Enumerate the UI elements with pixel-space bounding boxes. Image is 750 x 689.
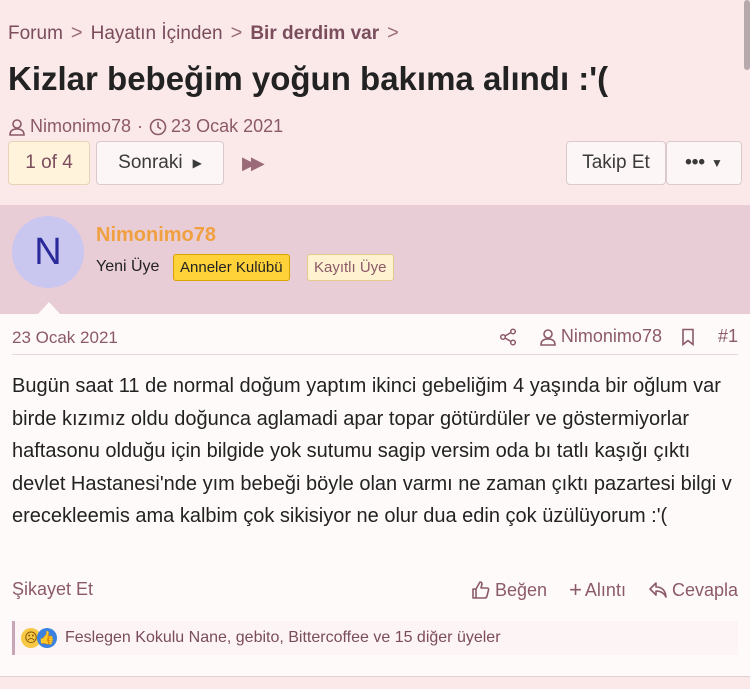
page-title: Kizlar bebeğim yoğun bakıma alındı :'( [8, 60, 609, 97]
caret-right-icon: ▶ [192, 156, 202, 170]
reactions-summary[interactable]: ☹ 👍 Feslegen Kokulu Nane, gebito, Bitter… [12, 621, 738, 655]
breadcrumb-bir-derdim-var[interactable]: Bir derdim var [250, 23, 379, 45]
post-date[interactable]: 23 Ocak 2021 [12, 328, 118, 348]
reactions-text: Feslegen Kokulu Nane, gebito, Bittercoff… [65, 629, 501, 646]
quote-button[interactable]: + Alıntı [569, 577, 626, 603]
thread-meta: Nimonimo78 · 23 Ocak 2021 [8, 116, 283, 137]
post-bottom-border [0, 676, 750, 677]
quote-label: Alıntı [584, 579, 626, 600]
post-number[interactable]: #1 [718, 326, 738, 347]
user-badge-anneler-kulubu: Anneler Kulübü [173, 254, 290, 281]
last-page-icon[interactable]: ▶▶ [242, 153, 265, 174]
like-emoji-icon: 👍 [37, 628, 57, 648]
clock-icon [149, 118, 167, 135]
report-button[interactable]: Şikayet Et [12, 579, 93, 600]
user-icon [9, 118, 25, 136]
post-username[interactable]: Nimonimo78 [96, 224, 216, 247]
page-selector[interactable]: 1 of 4 [8, 141, 90, 185]
chevron-right-icon: > [387, 22, 399, 44]
share-icon [499, 327, 516, 346]
breadcrumb: Forum > Hayatın İçinden > Bir derdim var… [8, 22, 407, 45]
reply-icon [649, 582, 667, 598]
bookmark-button[interactable] [680, 328, 700, 346]
thumbs-up-icon [472, 581, 490, 599]
more-dots-icon: ••• [685, 152, 706, 173]
post-body: Bugün saat 11 de normal doğum yaptım iki… [12, 375, 732, 527]
avatar[interactable]: N [12, 216, 84, 288]
thread-date[interactable]: 23 Ocak 2021 [171, 116, 283, 137]
user-role: Yeni Üye [96, 258, 160, 275]
chevron-right-icon: > [230, 22, 243, 44]
post-divider [12, 354, 738, 355]
scrollbar[interactable] [744, 0, 750, 70]
follow-button[interactable]: Takip Et [566, 141, 666, 185]
reply-button[interactable]: Cevapla [648, 580, 738, 601]
caret-down-icon: ▼ [711, 156, 723, 170]
next-page-label: Sonraki [118, 152, 183, 173]
more-options-button[interactable]: ••• ▼ [666, 141, 742, 185]
user-icon [540, 328, 556, 346]
avatar-pointer [38, 302, 60, 314]
next-page-button[interactable]: Sonraki ▶ [96, 141, 224, 185]
post-author-link[interactable]: Nimonimo78 [539, 326, 662, 347]
post-footer-actions: Beğen + Alıntı Cevapla [449, 577, 738, 603]
breadcrumb-hayatin-icinden[interactable]: Hayatın İçinden [91, 23, 223, 45]
post-header-actions: Nimonimo78 #1 [481, 326, 738, 347]
chevron-right-icon: > [70, 22, 83, 44]
meta-separator: · [137, 116, 144, 136]
like-label: Beğen [495, 579, 548, 600]
like-button[interactable]: Beğen [471, 580, 547, 601]
bookmark-icon [682, 328, 694, 346]
breadcrumb-forum[interactable]: Forum [8, 23, 63, 45]
user-badge-kayitli-uye: Kayıtlı Üye [307, 254, 394, 281]
reply-label: Cevapla [671, 579, 738, 600]
share-button[interactable] [499, 327, 521, 346]
post-author-name: Nimonimo78 [560, 326, 662, 346]
thread-author[interactable]: Nimonimo78 [30, 116, 131, 137]
plus-icon: + [569, 577, 582, 602]
